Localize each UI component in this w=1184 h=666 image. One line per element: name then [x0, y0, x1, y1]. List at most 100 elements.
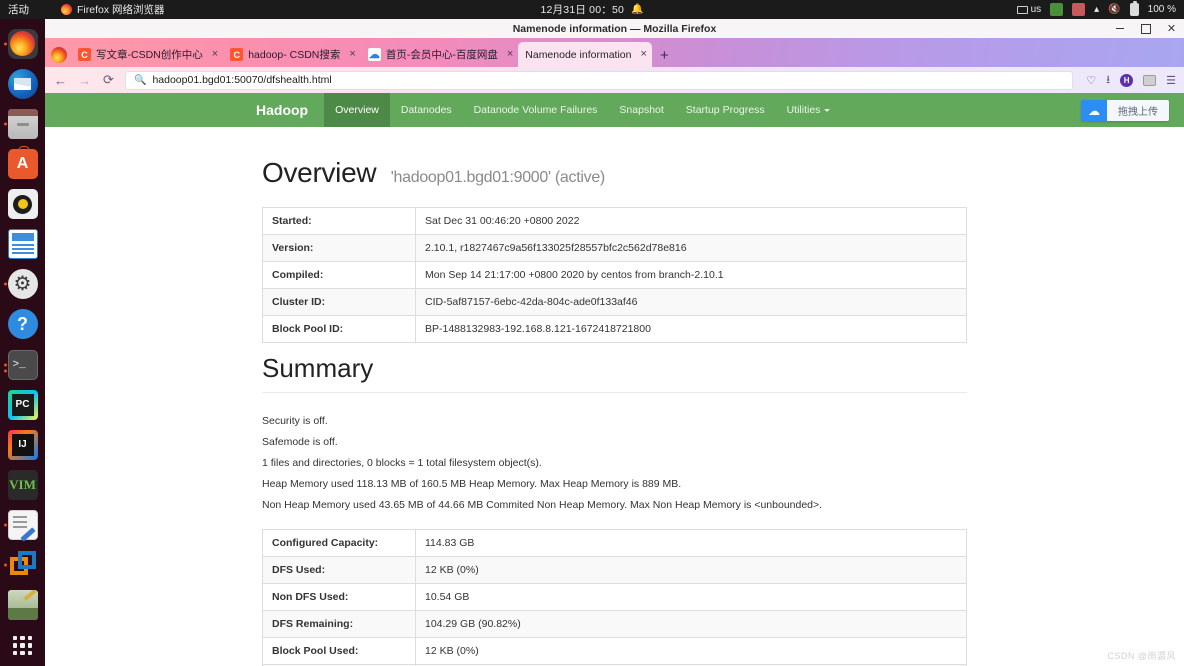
downloads-icon[interactable]: ⭳: [1106, 71, 1110, 90]
search-icon: 🔍: [134, 74, 147, 86]
ubuntu-software-icon: A: [7, 145, 38, 179]
nav-item-datanodes[interactable]: Datanodes: [390, 93, 463, 127]
row-value: 12 KB (0%): [415, 637, 967, 665]
reload-button[interactable]: ⟳: [101, 72, 116, 88]
menu-icon[interactable]: ☰: [1166, 74, 1176, 87]
row-value: Mon Sep 14 21:17:00 +0800 2020 by centos…: [415, 261, 967, 289]
dock-item-vim[interactable]: VIM: [3, 465, 43, 504]
save-page-icon[interactable]: [1143, 74, 1157, 86]
table-row: Version: 2.10.1, r1827467c9a56f133025f28…: [262, 234, 967, 262]
system-tray[interactable]: us ▴ 🔇 100 %: [1016, 0, 1176, 19]
browser-tab-3[interactable]: Namenode information ×: [518, 42, 652, 67]
intellij-idea-icon: IJ: [7, 429, 38, 460]
close-button[interactable]: ✕: [1165, 22, 1178, 35]
clock-area[interactable]: 12月31日 00：50 🔔: [0, 2, 1184, 17]
firefox-window: Namenode information — Mozilla Firefox ✕…: [45, 19, 1184, 666]
forward-button[interactable]: →: [77, 73, 92, 88]
dock-item-help[interactable]: ?: [3, 305, 43, 344]
hadoop-brand[interactable]: Hadoop: [240, 93, 324, 127]
minimize-button[interactable]: [1113, 22, 1126, 35]
ubuntu-dock[interactable]: A ⚙ ? >_ PC IJ VIM: [0, 19, 45, 666]
vim-icon: VIM: [7, 469, 38, 500]
new-tab-button[interactable]: +: [660, 48, 669, 63]
summary-line: Security is off.: [262, 415, 328, 427]
nav-label: Utilities: [786, 104, 821, 116]
tab-close-icon[interactable]: ×: [507, 49, 513, 60]
tab-label: 写文章-CSDN创作中心: [96, 49, 203, 61]
app-grid-icon: [13, 635, 32, 655]
dock-item-vmware[interactable]: [3, 546, 43, 585]
page-subtitle: 'hadoop01.bgd01:9000' (active): [390, 169, 605, 186]
address-bar[interactable]: 🔍 hadoop01.bgd01:50070/dfshealth.html: [125, 70, 1074, 90]
nav-item-snapshot[interactable]: Snapshot: [608, 93, 674, 127]
dock-item-pycharm[interactable]: PC: [3, 385, 43, 424]
dock-item-ubuntu-software[interactable]: A: [3, 144, 43, 183]
window-controls[interactable]: ✕: [1113, 19, 1178, 38]
dock-item-libreoffice[interactable]: [3, 225, 43, 264]
baidu-netdisk-icon: ☁: [1081, 100, 1107, 121]
dock-item-firefox[interactable]: [3, 24, 43, 63]
dock-item-settings[interactable]: ⚙: [3, 265, 43, 304]
dock-item-terminal[interactable]: >_: [3, 345, 43, 384]
browser-tab-1[interactable]: C hadoop- CSDN搜索 ×: [223, 42, 361, 67]
table-row: Block Pool ID: BP-1488132983-192.168.8.1…: [262, 315, 967, 343]
app-tray-icon[interactable]: [1072, 3, 1086, 16]
nav-label: Datanode Volume Failures: [473, 104, 598, 116]
browser-tab-2[interactable]: ☁ 首页-会员中心-百度网盘 ×: [361, 42, 518, 67]
account-icon[interactable]: H: [1120, 73, 1134, 87]
nav-label: Startup Progress: [685, 104, 765, 116]
wifi-icon[interactable]: ▴: [1094, 4, 1099, 15]
activities-button[interactable]: 活动: [0, 2, 39, 17]
notification-bell-icon[interactable]: 🔔: [631, 4, 643, 15]
dock-item-rhythmbox[interactable]: [3, 185, 43, 224]
table-row: Compiled: Mon Sep 14 21:17:00 +0800 2020…: [262, 261, 967, 289]
hadoop-navbar[interactable]: Hadoop Overview Datanodes Datanode Volum…: [45, 93, 1184, 127]
tab-close-icon[interactable]: ×: [349, 49, 355, 60]
dock-item-image-viewer[interactable]: [3, 586, 43, 625]
nav-item-datanode-volume-failures[interactable]: Datanode Volume Failures: [463, 93, 609, 127]
pycharm-icon: PC: [7, 389, 38, 420]
row-value: CID-5af87157-6ebc-42da-804c-ade0f133af46: [415, 288, 967, 316]
tab-close-icon[interactable]: ×: [641, 49, 647, 60]
row-value: 114.83 GB: [415, 529, 967, 557]
volume-muted-icon[interactable]: 🔇: [1108, 4, 1120, 15]
firefox-icon: [61, 4, 72, 15]
dock-item-show-applications[interactable]: [3, 626, 43, 665]
browser-tab-0[interactable]: C 写文章-CSDN创作中心 ×: [71, 42, 223, 67]
dock-item-files[interactable]: [3, 104, 43, 143]
tab-strip[interactable]: C 写文章-CSDN创作中心 × C hadoop- CSDN搜索 × ☁ 首页…: [45, 38, 1184, 67]
maximize-button[interactable]: [1139, 22, 1152, 35]
csdn-icon: C: [78, 48, 91, 61]
row-value: Sat Dec 31 00:46:20 +0800 2022: [415, 207, 967, 235]
pocket-icon[interactable]: ♡: [1086, 74, 1096, 87]
row-key: Block Pool ID:: [262, 315, 416, 343]
hadoop-content: Overview 'hadoop01.bgd01:9000' (active) …: [262, 127, 967, 666]
browser-toolbar[interactable]: ← → ⟳ 🔍 hadoop01.bgd01:50070/dfshealth.h…: [45, 67, 1184, 93]
toolbar-actions[interactable]: ♡ ⭳ H ☰: [1082, 71, 1176, 90]
firefox-icon: [7, 28, 38, 59]
files-icon: [7, 108, 38, 139]
back-button[interactable]: ←: [53, 73, 68, 88]
row-key: DFS Remaining:: [262, 610, 416, 638]
row-key: Block Pool Used:: [262, 637, 416, 665]
app-indicator[interactable]: Firefox 网络浏览器: [61, 2, 165, 17]
firefox-logo-icon: [51, 47, 67, 63]
running-indicator: [3, 523, 7, 527]
shopping-bag-icon[interactable]: [1050, 3, 1064, 16]
chevron-down-icon: [824, 108, 831, 112]
page-title-text: Overview: [262, 157, 377, 188]
nav-item-utilities[interactable]: Utilities: [776, 93, 842, 127]
row-key: Started:: [262, 207, 416, 235]
dock-item-intellij-idea[interactable]: IJ: [3, 425, 43, 464]
keyboard-layout-indicator[interactable]: us: [1016, 4, 1041, 15]
tab-close-icon[interactable]: ×: [212, 49, 218, 60]
nav-item-startup-progress[interactable]: Startup Progress: [675, 93, 776, 127]
nav-item-overview[interactable]: Overview: [324, 93, 390, 127]
baidu-netdisk-upload-widget[interactable]: ☁ 拖拽上传: [1081, 100, 1169, 121]
dock-item-text-editor[interactable]: [3, 506, 43, 545]
gear-icon: ⚙: [7, 269, 38, 300]
row-value: BP-1488132983-192.168.8.121-167241872180…: [415, 315, 967, 343]
summary-lines: Security is off. Safemode is off. 1 file…: [262, 415, 967, 511]
summary-line: Heap Memory used 118.13 MB of 160.5 MB H…: [262, 478, 682, 490]
dock-item-thunderbird[interactable]: [3, 64, 43, 103]
